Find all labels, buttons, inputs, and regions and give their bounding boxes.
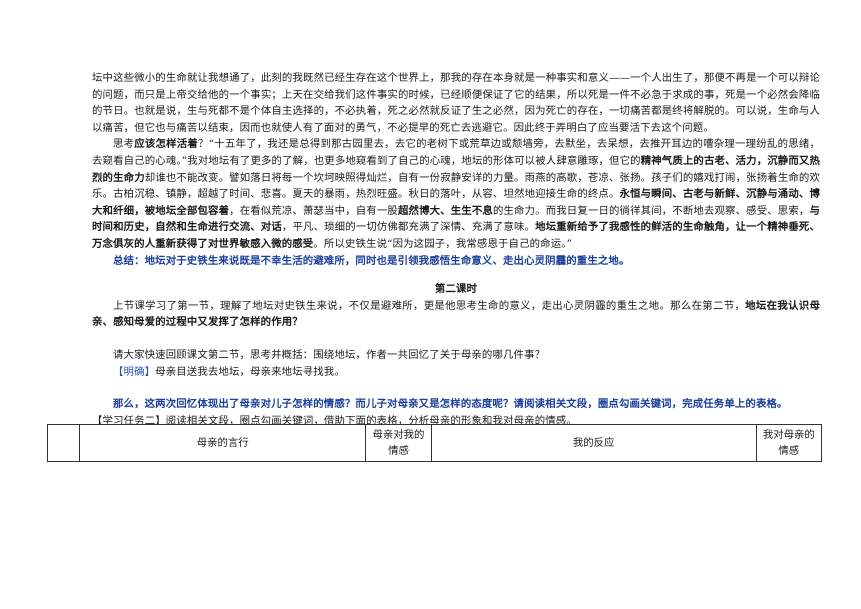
document-body: 坛中这些微小的生命就让我想通了，此刻的我既然已经生存在这个世界上，那我的存在本身… <box>92 70 820 429</box>
paragraph-how-to-live: 思考应该怎样活着？“十五年了，我还是总得到那古园里去，去它的老树下或荒草边或颓墙… <box>92 138 821 250</box>
task-prompt: 那么，这两次回忆体现出了母亲对儿子怎样的情感？而儿子对母亲又是怎样的态度呢？请阅… <box>113 398 788 411</box>
section-heading: 第二课时 <box>434 283 478 296</box>
table-header-cell: 我对母亲的情感 <box>755 424 823 462</box>
table-header-row: 母亲的言行 母亲对我的情感 我的反应 我对母亲的情感 <box>46 424 823 462</box>
table-header-cell: 母亲的言行 <box>79 424 367 462</box>
analysis-table: 母亲的言行 母亲对我的情感 我的反应 我对母亲的情感 <box>46 424 823 462</box>
answer-tag: 【明确】 <box>113 365 156 378</box>
document-page: 坛中这些微小的生命就让我想通了，此刻的我既然已经生存在这个世界上，那我的存在本身… <box>0 0 861 609</box>
paragraph-intro-second-section: 上节课学习了第一节，理解了地坛对史铁生来说，不仅是避难所，更是他思考生命的意义，… <box>92 299 821 329</box>
paragraph-life-death: 坛中这些微小的生命就让我想通了，此刻的我既然已经生存在这个世界上，那我的存在本身… <box>92 72 820 134</box>
summary-text: 总结：地坛对于史铁生来说既是不幸生活的避难所，同时也是引领我感悟生命意义、走出心… <box>113 254 630 267</box>
table-header-cell <box>46 424 81 462</box>
table-header-cell: 母亲对我的情感 <box>365 424 432 462</box>
review-question: 请大家快速回顾课文第二节，思考并概括：围绕地坛，作者一共回忆了关于母亲的哪几件事… <box>113 348 546 361</box>
answer-line: 【明确】母亲目送我去地坛，母亲来地坛寻找我。 <box>113 365 345 378</box>
table-header-cell: 我的反应 <box>430 424 757 462</box>
